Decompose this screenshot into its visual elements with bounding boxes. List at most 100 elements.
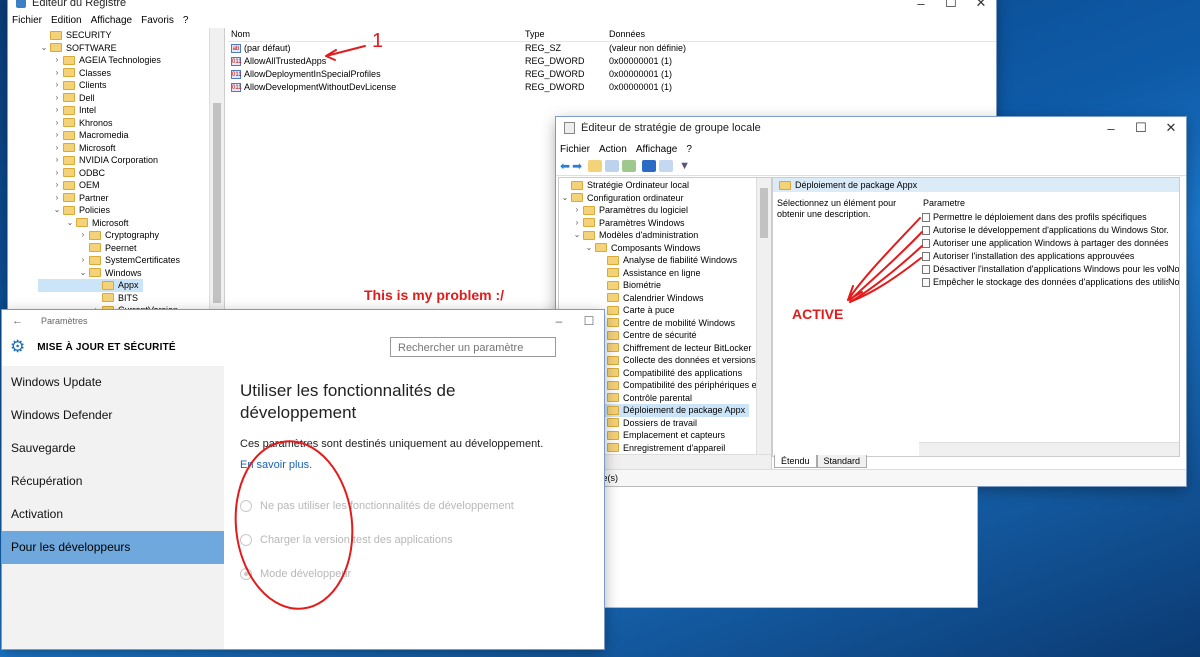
- tree-item[interactable]: ⌄ Configuration ordinateur: [559, 192, 771, 205]
- tree-item[interactable]: Assistance en ligne: [559, 267, 771, 280]
- tab-standard[interactable]: Standard: [816, 455, 868, 468]
- chevron-right-icon[interactable]: ›: [571, 217, 583, 230]
- chevron-down-icon[interactable]: ⌄: [38, 42, 50, 55]
- up-folder-icon[interactable]: [588, 160, 603, 172]
- tree-item[interactable]: Stratégie Ordinateur local: [559, 179, 771, 192]
- tree-item[interactable]: › Paramètres du logiciel: [559, 204, 771, 217]
- tree-item[interactable]: SECURITY: [38, 29, 224, 42]
- filter-icon[interactable]: ▼: [679, 160, 690, 172]
- details-hscrollbar[interactable]: [919, 442, 1179, 456]
- registry-tree-scrollbar[interactable]: [209, 28, 224, 314]
- tree-item[interactable]: ⌄ Modèles d'administration: [559, 229, 771, 242]
- tree-item[interactable]: › Partner: [38, 192, 224, 205]
- settings-search[interactable]: [390, 337, 556, 357]
- radio-button[interactable]: [240, 500, 252, 512]
- tree-item[interactable]: › Cryptography: [38, 229, 224, 242]
- menu-item[interactable]: ?: [183, 15, 189, 26]
- column-type[interactable]: Type: [525, 28, 609, 41]
- tree-item[interactable]: Analyse de fiabilité Windows: [559, 254, 771, 267]
- chevron-down-icon[interactable]: ⌄: [559, 192, 571, 205]
- tree-item[interactable]: › Macromedia: [38, 129, 224, 142]
- table-row[interactable]: 011 AllowDevelopmentWithoutDevLicense REG_…: [228, 81, 996, 94]
- policy-row[interactable]: Autorise le développement d'applications…: [922, 224, 1179, 237]
- policy-row[interactable]: Empêcher le stockage des données d'appli…: [922, 276, 1179, 289]
- nav-item[interactable]: Sauvegarde: [2, 432, 224, 465]
- learn-more-link[interactable]: En savoir plus.: [240, 459, 580, 471]
- menu-item[interactable]: Favoris: [141, 15, 174, 26]
- tree-item[interactable]: › Microsoft: [38, 142, 224, 155]
- chevron-down-icon[interactable]: ⌄: [77, 267, 89, 280]
- chevron-right-icon[interactable]: ›: [51, 104, 63, 117]
- table-row[interactable]: 011 AllowAllTrustedApps REG_DWORD 0x0000000…: [228, 55, 996, 68]
- policy-column-header[interactable]: Parametre: [923, 198, 965, 208]
- search-input[interactable]: [396, 339, 550, 357]
- policy-row[interactable]: Autoriser une application Windows à part…: [922, 237, 1179, 250]
- radio-option[interactable]: Mode développeur: [240, 557, 580, 591]
- chevron-right-icon[interactable]: ›: [51, 129, 63, 142]
- registry-tree[interactable]: SECURITY ⌄ SOFTWARE › AGEIA Technologies › Cla…: [8, 28, 225, 314]
- chevron-right-icon[interactable]: ›: [77, 254, 89, 267]
- chevron-right-icon[interactable]: ›: [77, 229, 89, 242]
- scroll-thumb[interactable]: [213, 103, 221, 303]
- close-icon[interactable]: ✕: [966, 0, 996, 11]
- chevron-down-icon[interactable]: ⌄: [571, 229, 583, 242]
- tree-item[interactable]: BITS: [38, 292, 224, 305]
- minimize-icon[interactable]: –: [906, 0, 936, 11]
- show-hide-tree-icon[interactable]: [605, 160, 620, 172]
- policy-row[interactable]: Désactiver l'installation d'applications…: [922, 263, 1179, 276]
- tree-item[interactable]: Biométrie: [559, 279, 771, 292]
- column-data[interactable]: Données: [609, 28, 809, 41]
- menu-item[interactable]: Edition: [51, 15, 82, 26]
- radio-button[interactable]: [240, 568, 252, 580]
- tree-item[interactable]: Appx: [38, 279, 143, 292]
- tree-item[interactable]: › Dell: [38, 92, 224, 105]
- table-row[interactable]: 011 AllowDeploymentInSpecialProfiles REG_D…: [228, 68, 996, 81]
- tab-extended[interactable]: Étendu: [774, 455, 817, 468]
- tree-item[interactable]: › Intel: [38, 104, 224, 117]
- nav-item[interactable]: Pour les développeurs: [2, 531, 224, 564]
- tree-item[interactable]: ⌄ Windows: [38, 267, 224, 280]
- minimize-icon[interactable]: –: [1096, 121, 1126, 136]
- tree-item[interactable]: › Classes: [38, 67, 224, 80]
- tree-item[interactable]: › OEM: [38, 179, 224, 192]
- tree-item[interactable]: › Paramètres Windows: [559, 217, 771, 230]
- chevron-down-icon[interactable]: ⌄: [51, 204, 63, 217]
- tree-item[interactable]: Calendrier Windows: [559, 292, 771, 305]
- chevron-right-icon[interactable]: ›: [571, 204, 583, 217]
- chevron-right-icon[interactable]: ›: [51, 117, 63, 130]
- back-arrow-icon[interactable]: ←: [12, 315, 23, 327]
- menu-item[interactable]: Fichier: [12, 15, 42, 26]
- chevron-right-icon[interactable]: ›: [51, 79, 63, 92]
- gpedit-tree-scrollbar[interactable]: [756, 178, 771, 455]
- nav-item[interactable]: Windows Update: [2, 366, 224, 399]
- scroll-thumb[interactable]: [760, 188, 768, 238]
- chevron-right-icon[interactable]: ›: [51, 142, 63, 155]
- menu-item[interactable]: Affichage: [91, 15, 133, 26]
- registry-titlebar[interactable]: Éditeur du Registre – ☐ ✕: [8, 0, 996, 12]
- chevron-right-icon[interactable]: ›: [51, 167, 63, 180]
- radio-button[interactable]: [240, 534, 252, 546]
- tree-item[interactable]: › SystemCertificates: [38, 254, 224, 267]
- back-arrow-icon[interactable]: ⬅: [560, 159, 570, 173]
- maximize-icon[interactable]: ☐: [574, 314, 604, 328]
- close-icon[interactable]: ✕: [1156, 120, 1186, 136]
- settings-titlebar[interactable]: ← Paramètres – ☐: [2, 310, 604, 332]
- tree-item[interactable]: ⌄ Policies: [38, 204, 224, 217]
- nav-item[interactable]: Récupération: [2, 465, 224, 498]
- tree-item[interactable]: › Khronos: [38, 117, 224, 130]
- tree-item[interactable]: ⌄ SOFTWARE: [38, 42, 224, 55]
- tree-item[interactable]: › NVIDIA Corporation: [38, 154, 224, 167]
- radio-option[interactable]: Charger la version test des applications: [240, 523, 580, 557]
- policy-row[interactable]: Permettre le déploiement dans des profil…: [922, 211, 1179, 224]
- menu-item[interactable]: Fichier: [560, 144, 590, 155]
- policy-row[interactable]: Autoriser l'installation des application…: [922, 250, 1179, 263]
- menu-item[interactable]: Affichage: [636, 144, 678, 155]
- export-icon[interactable]: [622, 160, 637, 172]
- chevron-right-icon[interactable]: ›: [51, 154, 63, 167]
- radio-option[interactable]: Ne pas utiliser les fonctionnalités de d…: [240, 489, 580, 523]
- chevron-right-icon[interactable]: ›: [51, 92, 63, 105]
- minimize-icon[interactable]: –: [544, 314, 574, 328]
- maximize-icon[interactable]: ☐: [936, 0, 966, 11]
- properties-icon[interactable]: [659, 160, 674, 172]
- menu-item[interactable]: ?: [686, 144, 692, 155]
